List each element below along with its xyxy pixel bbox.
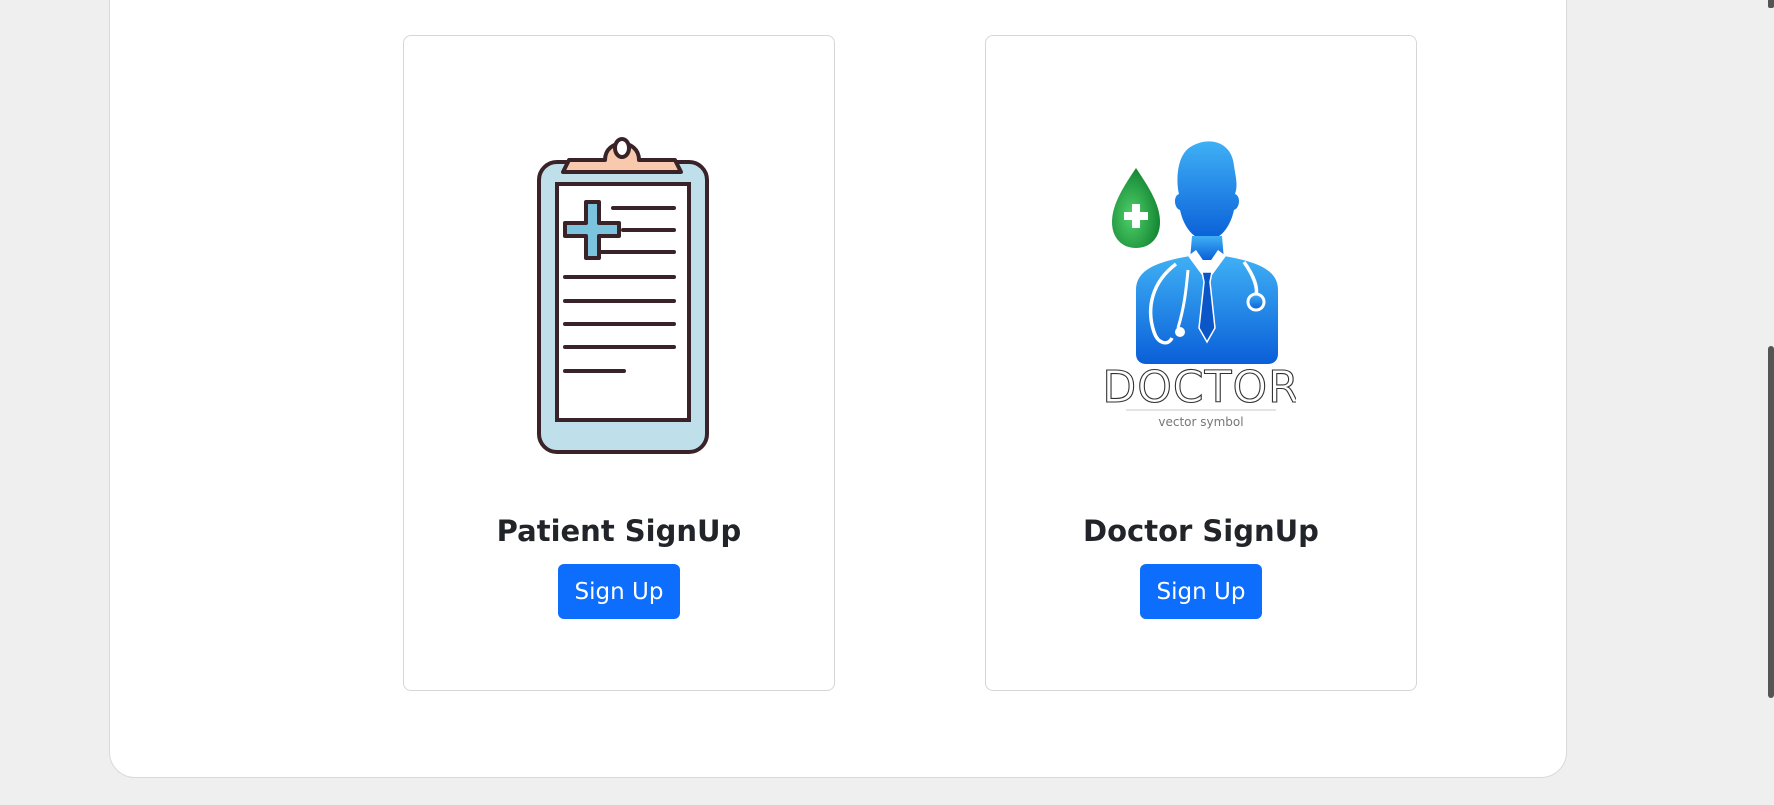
doctor-signup-title: Doctor SignUp — [1083, 514, 1319, 548]
page: Patient SignUp Sign Up DOCTOR vector sym… — [0, 0, 1774, 805]
scroll-up-arrow[interactable] — [1768, 0, 1774, 8]
patient-signup-card: Patient SignUp Sign Up — [403, 35, 835, 691]
main-panel: Patient SignUp Sign Up DOCTOR vector sym… — [109, 0, 1567, 778]
doctor-image: DOCTOR vector symbol — [986, 132, 1416, 442]
clipboard-medical-icon — [537, 137, 709, 454]
scrollbar[interactable] — [1768, 0, 1774, 805]
scrollbar-thumb[interactable] — [1768, 346, 1774, 698]
doctor-signup-card: DOCTOR vector symbol Doctor SignUp Sign … — [985, 35, 1417, 691]
doctor-icon: DOCTOR vector symbol — [1106, 141, 1296, 429]
doctor-sign-up-button[interactable]: Sign Up — [1140, 564, 1262, 619]
svg-text:vector symbol: vector symbol — [1158, 415, 1243, 429]
patient-signup-title: Patient SignUp — [496, 514, 742, 548]
patient-sign-up-button[interactable]: Sign Up — [558, 564, 680, 619]
svg-text:DOCTOR: DOCTOR — [1106, 362, 1296, 413]
patient-image — [404, 120, 834, 460]
